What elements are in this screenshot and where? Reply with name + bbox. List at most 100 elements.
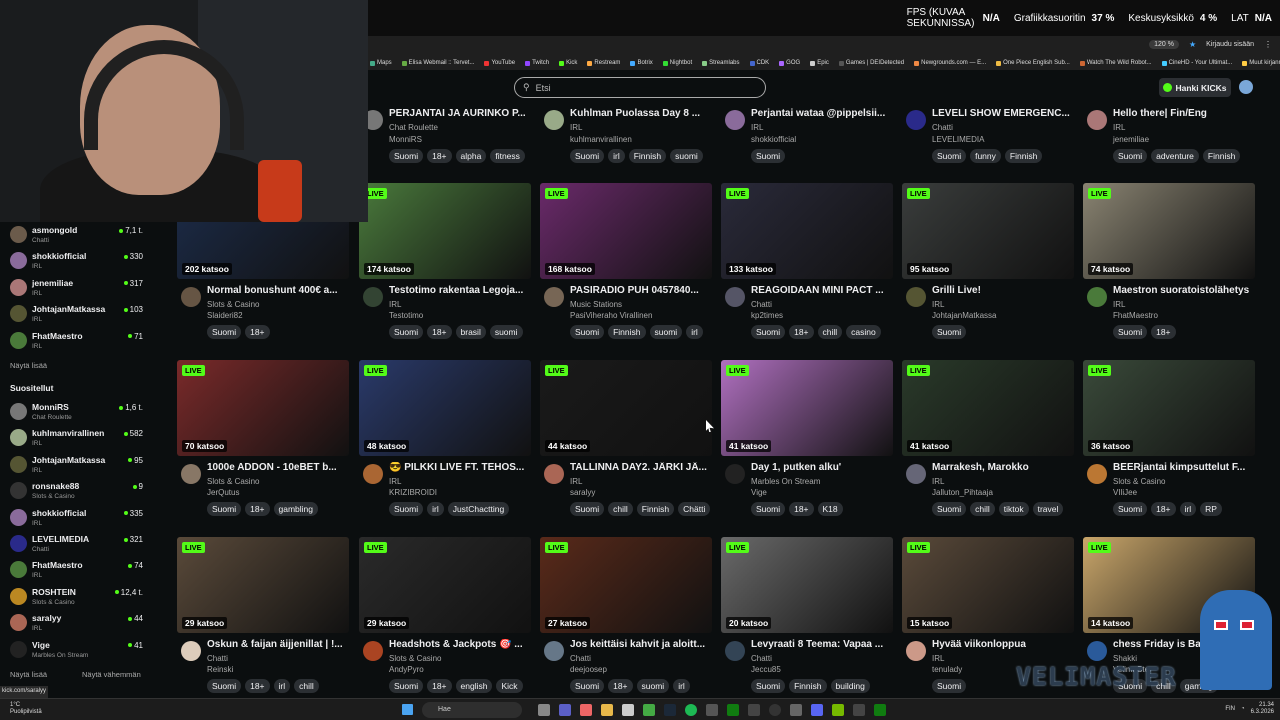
tag-chip[interactable]: Suomi <box>570 149 605 163</box>
streamer-avatar[interactable] <box>363 287 383 307</box>
stream-title[interactable]: Normal bonushunt 400€ a... <box>207 285 347 296</box>
tag-chip[interactable]: 18+ <box>789 325 814 339</box>
streamer-avatar[interactable] <box>725 287 745 307</box>
steam-icon[interactable] <box>664 704 676 716</box>
stream-title[interactable]: Marrakesh, Marokko <box>932 462 1072 473</box>
folder-icon[interactable] <box>601 704 613 716</box>
stream-category[interactable]: IRL <box>389 477 401 486</box>
tag-chip[interactable]: irl <box>427 502 444 516</box>
streamer-avatar[interactable] <box>544 641 564 661</box>
xbox2-icon[interactable] <box>874 704 886 716</box>
stream-thumbnail[interactable]: LIVE 174 katsoo <box>359 183 531 279</box>
tag-chip[interactable]: tiktok <box>998 502 1029 516</box>
streamer-avatar[interactable] <box>544 464 564 484</box>
tag-chip[interactable]: irl <box>273 679 291 693</box>
stream-thumbnail[interactable]: LIVE 41 katsoo <box>902 360 1074 456</box>
stream-thumbnail[interactable]: LIVE 168 katsoo <box>540 183 712 279</box>
sidebar-channel[interactable]: shokkiofficial IRL 330 <box>10 249 145 273</box>
menu-icon[interactable]: ⋮ <box>1264 40 1272 49</box>
tag-chip[interactable]: Suomi <box>570 325 605 339</box>
stream-category[interactable]: Marbles On Stream <box>751 477 820 486</box>
streamer-avatar[interactable] <box>544 287 564 307</box>
tag-chip[interactable]: brasil <box>455 325 486 339</box>
streamer-name[interactable]: Jalluton_Pihtaaja <box>932 488 993 497</box>
bookmark-item[interactable]: Nightbot <box>662 60 692 66</box>
tag-chip[interactable]: Chätti <box>678 502 711 516</box>
bookmark-item[interactable]: Muut kirjanmerkit <box>1242 60 1280 66</box>
sidebar-channel[interactable]: JohtajanMatkassa IRL 95 <box>10 453 145 477</box>
wifi-icon[interactable]: ◔ <box>1241 706 1245 712</box>
tag-chip[interactable]: 18+ <box>789 502 814 516</box>
stream-category[interactable]: Slots & Casino <box>207 300 259 309</box>
stream-title[interactable]: Testotimo rakentaa Legoja... <box>389 285 529 296</box>
bookmark-item[interactable]: YouTube <box>484 60 515 66</box>
zoom-badge[interactable]: 120 % <box>1149 40 1179 49</box>
tag-chip[interactable]: K18 <box>817 502 843 516</box>
spotify-icon[interactable] <box>685 704 697 716</box>
streamer-name[interactable]: saralyy <box>570 488 595 497</box>
tag-chip[interactable]: Finnish <box>1004 149 1043 163</box>
tag-chip[interactable]: suomi <box>670 149 703 163</box>
tag-chip[interactable]: Suomi <box>389 502 424 516</box>
sidebar-channel[interactable]: Vige Marbles On Stream 41 <box>10 638 145 662</box>
tag-chip[interactable]: Suomi <box>751 502 786 516</box>
stream-title[interactable]: Grilli Live! <box>932 285 1072 296</box>
streamer-name[interactable]: Vige <box>751 488 767 497</box>
stream-thumbnail[interactable]: LIVE 74 katsoo <box>1083 183 1255 279</box>
stream-category[interactable]: IRL <box>570 123 582 132</box>
taskbar-search[interactable]: Hae <box>422 702 522 718</box>
tag-chip[interactable]: Suomi <box>932 149 967 163</box>
streamer-avatar[interactable] <box>725 641 745 661</box>
stream-title[interactable]: Headshots & Jackpots 🎯 ... <box>389 639 529 650</box>
streamer-avatar[interactable] <box>1087 287 1107 307</box>
show-more-link[interactable]: Näytä lisää <box>10 670 47 679</box>
sidebar-channel[interactable]: kuhlmanvirallinen IRL 582 <box>10 426 145 450</box>
stream-category[interactable]: IRL <box>389 300 401 309</box>
taskview-icon[interactable] <box>538 704 550 716</box>
streamer-avatar[interactable] <box>906 287 926 307</box>
app2-icon[interactable] <box>748 704 760 716</box>
tag-chip[interactable]: Suomi <box>751 325 786 339</box>
stream-category[interactable]: IRL <box>1113 300 1125 309</box>
tag-chip[interactable]: Finnish <box>1202 149 1241 163</box>
sidebar-channel[interactable]: JohtajanMatkassa IRL 103 <box>10 302 145 326</box>
tag-chip[interactable]: 18+ <box>245 679 270 693</box>
stream-title[interactable]: Kuhlman Puolassa Day 8 ... <box>570 108 710 119</box>
tag-chip[interactable]: irl <box>686 325 703 339</box>
tag-chip[interactable]: Suomi <box>389 149 424 163</box>
tag-chip[interactable]: chill <box>294 679 319 693</box>
streamer-avatar[interactable] <box>906 464 926 484</box>
store-icon[interactable] <box>622 704 634 716</box>
stream-category[interactable]: Chatti <box>751 654 772 663</box>
tag-chip[interactable]: irl <box>673 679 690 693</box>
tag-chip[interactable]: 18+ <box>427 149 452 163</box>
tag-chip[interactable]: Suomi <box>207 502 242 516</box>
tag-chip[interactable]: Suomi <box>389 679 424 693</box>
nvidia-icon[interactable] <box>832 704 844 716</box>
streamer-name[interactable]: PasiViheraho Virallinen <box>570 311 652 320</box>
tag-chip[interactable]: 18+ <box>245 325 270 339</box>
tag-chip[interactable]: suomi <box>649 325 683 339</box>
tag-chip[interactable]: Suomi <box>389 325 424 339</box>
streamer-avatar[interactable] <box>363 464 383 484</box>
stream-category[interactable]: Chat Roulette <box>389 123 438 132</box>
xbox-icon[interactable] <box>727 704 739 716</box>
bookmark-item[interactable]: Elisa Webmail :: Tervet... <box>401 60 474 66</box>
sidebar-channel[interactable]: ROSHTEIN Slots & Casino 12,4 t. <box>10 585 145 609</box>
stream-category[interactable]: Chatti <box>751 300 772 309</box>
streamer-name[interactable]: Testotimo <box>389 311 423 320</box>
stream-title[interactable]: BEERjantai kimpsuttelut F... <box>1113 462 1253 473</box>
sidebar-channel[interactable]: ronsnake88 Slots & Casino 9 <box>10 479 145 503</box>
streamer-name[interactable]: Slaideri82 <box>207 311 243 320</box>
stream-thumbnail[interactable]: LIVE 133 katsoo <box>721 183 893 279</box>
chrome-icon[interactable] <box>643 704 655 716</box>
tag-chip[interactable]: JustChactting <box>447 502 510 516</box>
weather-widget[interactable]: 1°C Puolipilvistä <box>10 702 42 716</box>
sidebar-channel[interactable]: FhatMaestro IRL 71 <box>10 329 145 353</box>
tag-chip[interactable]: RP <box>1200 502 1222 516</box>
sidebar-channel[interactable]: FhatMaestro IRL 74 <box>10 558 145 582</box>
streamer-avatar[interactable] <box>725 110 745 130</box>
tag-chip[interactable]: 18+ <box>1151 502 1176 516</box>
tag-chip[interactable]: 18+ <box>427 679 452 693</box>
tag-chip[interactable]: Finnish <box>608 325 646 339</box>
